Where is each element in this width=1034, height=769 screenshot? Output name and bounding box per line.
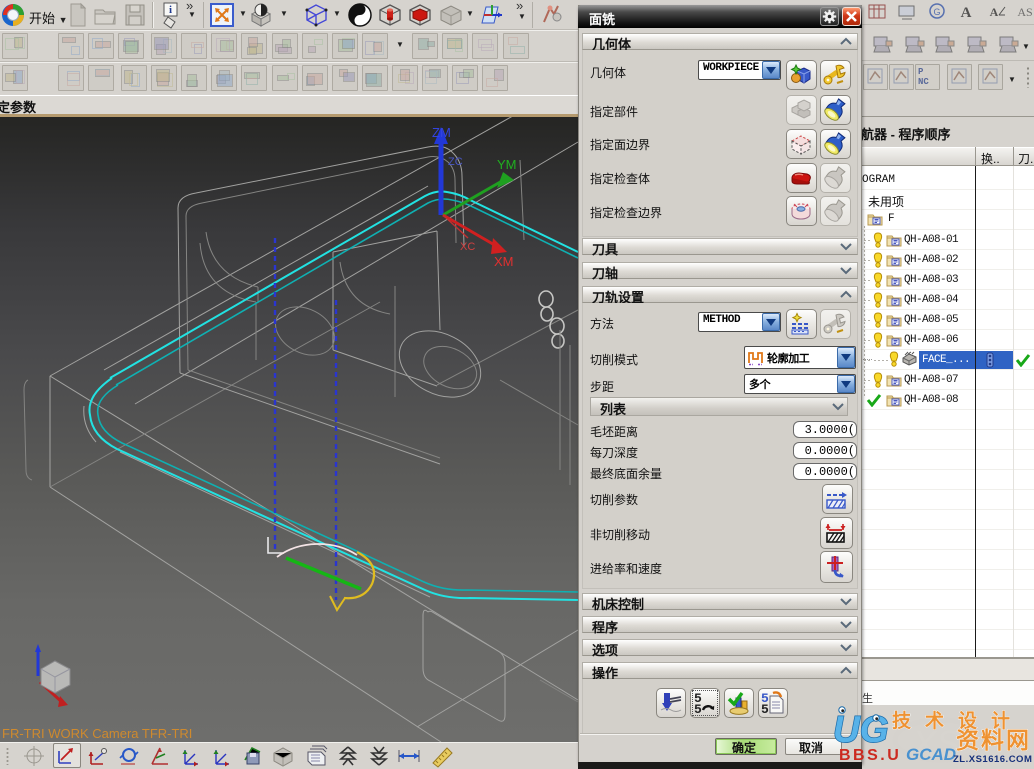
svg-text:UG: UG — [833, 709, 889, 750]
svg-text:ZL.XS1616.COM: ZL.XS1616.COM — [953, 754, 1032, 765]
svg-text:5: 5 — [761, 702, 769, 715]
svg-text:G: G — [933, 7, 940, 17]
svg-text:ZM: ZM — [432, 125, 451, 140]
svg-text:XC: XC — [460, 241, 475, 253]
svg-text:ZC: ZC — [448, 156, 463, 168]
svg-text:YM: YM — [497, 157, 517, 172]
svg-text:A: A — [961, 5, 972, 21]
svg-text:资料网: 资料网 — [956, 727, 1031, 753]
svg-text:AS: AS — [1017, 5, 1032, 19]
svg-text:A: A — [990, 5, 999, 19]
svg-text:BBS.U: BBS.U — [839, 747, 901, 764]
svg-text:i: i — [169, 4, 172, 16]
svg-text:GCAD: GCAD — [906, 745, 956, 764]
svg-text:XM: XM — [494, 254, 514, 269]
